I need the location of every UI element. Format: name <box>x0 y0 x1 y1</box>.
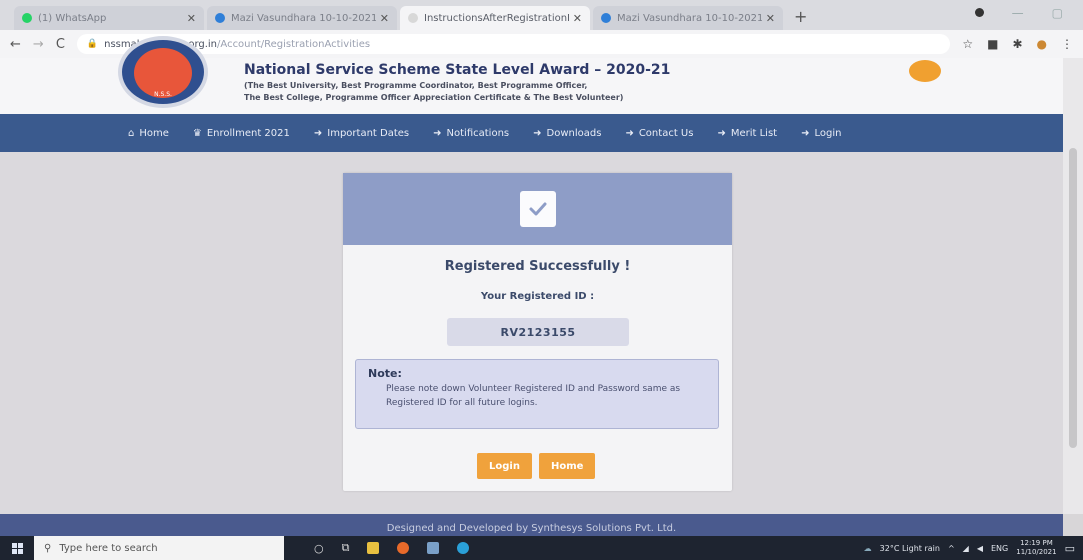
profile-icon[interactable] <box>974 8 984 17</box>
tab-title: Mazi Vasundhara 10-10-2021 - <box>617 12 762 24</box>
nav-downloads[interactable]: ➜ Downloads <box>533 128 601 139</box>
nav-home[interactable]: ⌂ Home <box>128 128 169 139</box>
tab-drive-2[interactable]: Mazi Vasundhara 10-10-2021 - ✕ <box>593 6 783 30</box>
whatsapp-icon <box>22 13 32 23</box>
windows-icon <box>11 542 23 554</box>
tab-title: Mazi Vasundhara 10-10-2021 - <box>231 12 376 24</box>
system-tray: ☁ 32°C Light rain ^ ◢ ◀ ENG 12:19 PM 11/… <box>864 539 1083 557</box>
close-icon[interactable]: ✕ <box>380 12 389 25</box>
tab-whatsapp[interactable]: (1) WhatsApp ✕ <box>14 6 204 30</box>
star-icon[interactable]: ☆ <box>962 37 973 51</box>
window-controls: — ▢ <box>974 6 1063 20</box>
login-button[interactable]: Login <box>477 453 532 479</box>
reload-icon[interactable]: C <box>56 37 65 52</box>
home-icon: ⌂ <box>128 127 135 139</box>
note-text: Please note down Volunteer Registered ID… <box>386 384 681 408</box>
edge-icon[interactable] <box>457 542 470 554</box>
extension-icon[interactable]: ■ <box>987 37 998 51</box>
notification-icon[interactable]: ▭ <box>1065 542 1075 555</box>
search-placeholder: Type here to search <box>59 542 158 554</box>
emblem-logo <box>900 60 950 100</box>
nav-notifications[interactable]: ➜ Notifications <box>433 128 509 139</box>
lock-icon: 🔒 <box>86 39 99 49</box>
minimize-icon[interactable]: — <box>1012 6 1024 20</box>
chevron-up-icon[interactable]: ^ <box>948 544 955 553</box>
tab-instructions[interactable]: InstructionsAfterRegistrationPV ✕ <box>400 6 590 30</box>
registered-id-label: Your Registered ID : <box>480 291 595 302</box>
url-input[interactable]: 🔒 nssmaharashtra.org.in /Account/Registr… <box>76 34 951 54</box>
sign-in-icon: ➜ <box>801 127 810 139</box>
maximize-icon[interactable]: ▢ <box>1052 6 1063 20</box>
windows-taskbar: ⚲ Type here to search ○ ⧉ ☁ 32°C Light r… <box>0 536 1083 560</box>
taskbar-search[interactable]: ⚲ Type here to search <box>34 536 284 560</box>
clock[interactable]: 12:19 PM 11/10/2021 <box>1016 539 1056 557</box>
nav-enrollment[interactable]: ♛ Enrollment 2021 <box>193 128 290 139</box>
card-header <box>343 173 732 245</box>
main-nav: ⌂ Home ♛ Enrollment 2021 ➜ Important Dat… <box>0 114 1083 152</box>
note-heading: Note: <box>368 367 402 380</box>
tab-title: InstructionsAfterRegistrationPV <box>424 12 569 24</box>
google-drive-icon <box>601 13 611 23</box>
page-subtitle: (The Best University, Best Programme Coo… <box>244 81 624 102</box>
weather-text[interactable]: 32°C Light rain <box>880 544 940 553</box>
site-footer: Designed and Developed by Synthesys Solu… <box>0 514 1063 536</box>
menu-icon[interactable]: ⋮ <box>1061 37 1073 51</box>
search-icon: ⚲ <box>44 542 52 554</box>
action-buttons: Login Home <box>477 453 596 479</box>
taskbar-apps: ○ ⧉ <box>314 541 470 555</box>
sign-in-icon: ➜ <box>433 127 442 139</box>
cortana-icon[interactable]: ○ <box>314 542 324 555</box>
close-icon[interactable]: ✕ <box>573 12 582 25</box>
google-drive-icon <box>215 13 225 23</box>
url-path: /Account/RegistrationActivities <box>217 38 371 50</box>
language-indicator[interactable]: ENG <box>991 544 1008 553</box>
profile-avatar-icon[interactable]: ● <box>1037 37 1047 51</box>
trophy-icon: ♛ <box>192 127 202 139</box>
tab-title: (1) WhatsApp <box>38 12 107 24</box>
scrollbar-thumb[interactable] <box>1069 148 1077 448</box>
close-icon[interactable]: ✕ <box>187 12 196 25</box>
success-heading: Registered Successfully ! <box>444 259 631 274</box>
page-scrollbar[interactable] <box>1063 58 1083 514</box>
nav-merit-list[interactable]: ➜ Merit List <box>717 128 777 139</box>
weather-icon[interactable]: ☁ <box>864 544 872 553</box>
nav-login[interactable]: ➜ Login <box>801 128 841 139</box>
sign-in-icon: ➜ <box>313 127 323 139</box>
nss-logo: N.S.S. <box>118 36 208 108</box>
page-title: National Service Scheme State Level Awar… <box>244 62 671 78</box>
extensions-area: ☆ ■ ✱ ● ⋮ <box>962 37 1073 51</box>
check-icon <box>519 191 556 227</box>
new-tab-button[interactable]: + <box>794 7 807 26</box>
home-button[interactable]: Home <box>538 453 596 479</box>
registered-id-value: RV2123155 <box>447 318 629 346</box>
sign-in-icon: ➜ <box>533 127 542 139</box>
nav-important-dates[interactable]: ➜ Important Dates <box>314 128 409 139</box>
forward-icon[interactable]: → <box>33 37 44 52</box>
tab-drive-1[interactable]: Mazi Vasundhara 10-10-2021 - ✕ <box>207 6 397 30</box>
sign-in-icon: ➜ <box>625 127 634 139</box>
puzzle-icon[interactable]: ✱ <box>1012 37 1022 51</box>
volume-icon[interactable]: ◀ <box>977 544 983 553</box>
back-icon[interactable]: ← <box>10 37 21 52</box>
site-header: N.S.S. National Service Scheme State Lev… <box>0 36 1083 114</box>
photos-icon[interactable] <box>427 542 440 554</box>
page-icon <box>408 13 418 23</box>
task-view-icon[interactable]: ⧉ <box>342 541 350 555</box>
sign-in-icon: ➜ <box>717 127 726 139</box>
registration-success-card: Registered Successfully ! Your Registere… <box>343 173 732 491</box>
browser-tab-strip: (1) WhatsApp ✕ Mazi Vasundhara 10-10-202… <box>0 0 1083 30</box>
start-button[interactable] <box>0 536 34 560</box>
network-icon[interactable]: ◢ <box>963 544 969 553</box>
close-icon[interactable]: ✕ <box>766 12 775 25</box>
note-box: Note: Please note down Volunteer Registe… <box>355 359 719 429</box>
nav-contact-us[interactable]: ➜ Contact Us <box>625 128 693 139</box>
firefox-icon[interactable] <box>397 542 410 554</box>
file-explorer-icon[interactable] <box>367 542 380 554</box>
